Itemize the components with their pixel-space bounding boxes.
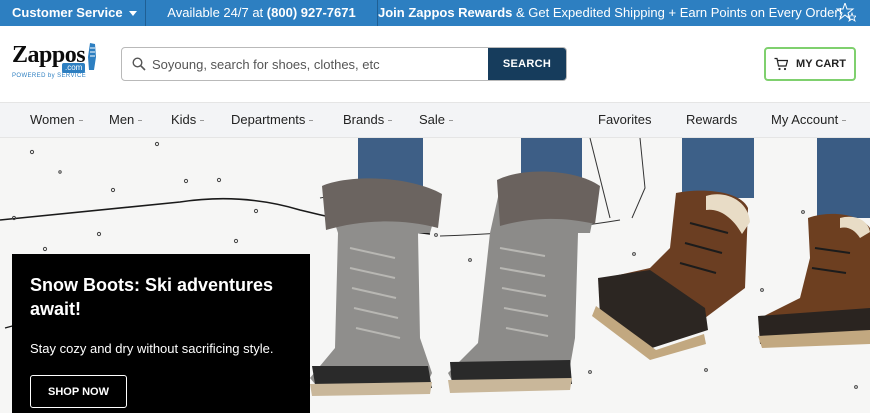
main-nav: Women Men Kids Departments Brands Sale F… bbox=[0, 102, 870, 138]
chevron-down-icon bbox=[200, 120, 205, 122]
nav-item-men[interactable]: Men bbox=[109, 103, 143, 137]
nav-label: Brands bbox=[343, 112, 385, 127]
availability-prefix: Available 24/7 at bbox=[167, 5, 264, 20]
chevron-down-icon bbox=[309, 120, 314, 122]
promo-subtitle: Stay cozy and dry without sacrificing st… bbox=[30, 341, 274, 356]
chevron-down-icon bbox=[388, 120, 393, 122]
my-cart-button[interactable]: MY CART bbox=[764, 47, 856, 81]
chevron-down-icon bbox=[449, 120, 454, 122]
chevron-down-icon bbox=[842, 120, 847, 122]
nav-label: Kids bbox=[171, 112, 197, 127]
nav-label: Women bbox=[30, 112, 75, 127]
hero-banner[interactable]: Snow Boots: Ski adventures await! Stay c… bbox=[0, 138, 870, 413]
shoe-logo-icon bbox=[88, 43, 96, 70]
availability-text: Available 24/7 at (800) 927-7671 bbox=[146, 0, 378, 26]
chevron-down-icon bbox=[138, 120, 143, 122]
shop-now-button[interactable]: SHOP NOW bbox=[30, 375, 127, 408]
nav-label: Departments bbox=[231, 112, 306, 127]
nav-label: Sale bbox=[419, 112, 446, 127]
rewards-bold-text: Join Zappos Rewards bbox=[378, 5, 513, 20]
search-icon bbox=[132, 57, 146, 71]
nav-label: Men bbox=[109, 112, 135, 127]
caret-down-icon bbox=[128, 10, 137, 16]
logo-tagline: POWERED by SERVICE bbox=[12, 73, 87, 79]
top-bar: Customer Service Available 24/7 at (800)… bbox=[0, 0, 870, 26]
nav-item-departments[interactable]: Departments bbox=[231, 103, 314, 137]
nav-item-rewards[interactable]: Rewards bbox=[686, 103, 737, 137]
search-input[interactable] bbox=[152, 48, 488, 80]
chevron-down-icon bbox=[78, 120, 83, 122]
nav-item-favorites[interactable]: Favorites bbox=[598, 103, 651, 137]
customer-service-menu[interactable]: Customer Service bbox=[0, 0, 146, 26]
rewards-promo[interactable]: Join Zappos Rewards & Get Expedited Ship… bbox=[378, 0, 842, 26]
nav-label: Rewards bbox=[686, 112, 738, 127]
cart-label: MY CART bbox=[796, 58, 846, 70]
logo-dotcom: .com bbox=[62, 63, 86, 73]
nav-item-brands[interactable]: Brands bbox=[343, 103, 393, 137]
nav-item-women[interactable]: Women bbox=[30, 103, 83, 137]
rewards-rest-text: & Get Expedited Shipping + Earn Points o… bbox=[516, 5, 843, 20]
promo-card: Snow Boots: Ski adventures await! Stay c… bbox=[12, 254, 310, 413]
site-header: Zappos .com POWERED by SERVICE SEARCH MY… bbox=[0, 26, 870, 102]
nav-label: My Account bbox=[771, 112, 839, 127]
zappos-logo[interactable]: Zappos .com POWERED by SERVICE bbox=[12, 43, 96, 83]
phone-number[interactable]: (800) 927-7671 bbox=[267, 5, 356, 20]
stars-icon bbox=[836, 3, 856, 22]
search-bar: SEARCH bbox=[121, 47, 567, 81]
promo-title: Snow Boots: Ski adventures await! bbox=[30, 275, 274, 319]
search-button[interactable]: SEARCH bbox=[488, 48, 566, 80]
nav-label: Favorites bbox=[598, 112, 652, 127]
cart-icon bbox=[774, 57, 789, 71]
nav-item-kids[interactable]: Kids bbox=[171, 103, 205, 137]
nav-item-my-account[interactable]: My Account bbox=[771, 103, 847, 137]
nav-item-sale[interactable]: Sale bbox=[419, 103, 454, 137]
customer-service-label: Customer Service bbox=[12, 5, 123, 20]
